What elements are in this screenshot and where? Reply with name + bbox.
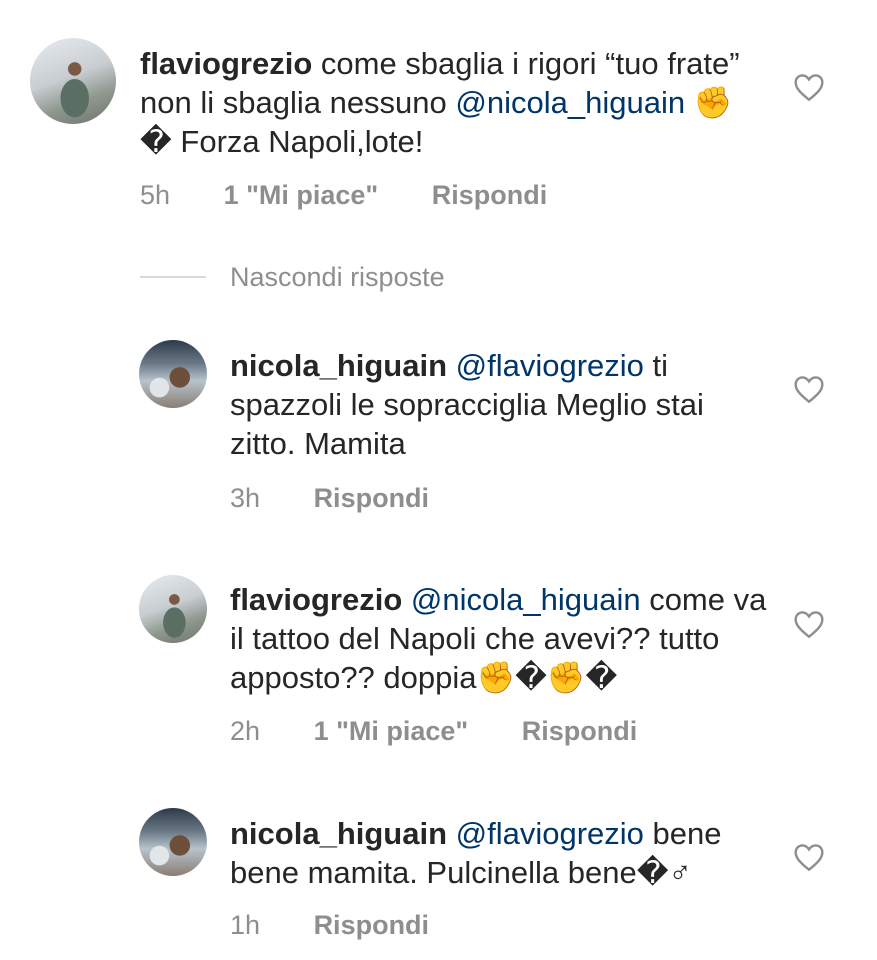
avatar-nicola-higuain[interactable] — [139, 340, 207, 408]
reply-button[interactable]: Rispondi — [314, 483, 430, 513]
likes-count-link[interactable]: 1 "Mi piace" — [224, 180, 379, 210]
mention-link[interactable]: @flaviogrezio — [456, 348, 644, 383]
comment-meta: 5h 1 "Mi piace" Rispondi — [140, 180, 593, 211]
username-link[interactable]: flaviogrezio — [140, 46, 312, 81]
username-link[interactable]: flaviogrezio — [230, 582, 402, 617]
heart-outline-icon[interactable] — [793, 72, 825, 102]
hide-replies-label[interactable]: Nascondi risposte — [230, 262, 445, 293]
comment-meta: 2h 1 "Mi piace" Rispondi — [230, 716, 683, 747]
reply-button[interactable]: Rispondi — [522, 716, 638, 746]
username-link[interactable]: nicola_higuain — [230, 348, 447, 383]
comment-body: nicola_higuain @flaviogrezio bene bene m… — [230, 814, 770, 892]
avatar-flaviogrezio[interactable] — [30, 38, 116, 124]
timestamp: 5h — [140, 180, 171, 210]
heart-outline-icon[interactable] — [793, 842, 825, 872]
comment-meta: 3h Rispondi — [230, 483, 475, 514]
mention-link[interactable]: @nicola_higuain — [455, 85, 685, 120]
comment-body: flaviogrezio @nicola_higuain come va il … — [230, 580, 770, 697]
timestamp: 3h — [230, 483, 261, 513]
heart-outline-icon[interactable] — [793, 609, 825, 639]
username-link[interactable]: nicola_higuain — [230, 816, 447, 851]
mention-link[interactable]: @nicola_higuain — [411, 582, 641, 617]
comment-meta: 1h Rispondi — [230, 910, 475, 941]
reply-button[interactable]: Rispondi — [314, 910, 430, 940]
divider — [140, 276, 206, 278]
comment-body: flaviogrezio come sbaglia i rigori “tuo … — [140, 44, 760, 161]
mention-link[interactable]: @flaviogrezio — [456, 816, 644, 851]
avatar-flaviogrezio[interactable] — [139, 575, 207, 643]
timestamp: 1h — [230, 910, 261, 940]
reply-button[interactable]: Rispondi — [432, 180, 548, 210]
comment-body: nicola_higuain @flaviogrezio ti spazzoli… — [230, 346, 770, 463]
avatar-nicola-higuain[interactable] — [139, 808, 207, 876]
timestamp: 2h — [230, 716, 261, 746]
likes-count-link[interactable]: 1 "Mi piace" — [314, 716, 469, 746]
heart-outline-icon[interactable] — [793, 374, 825, 404]
